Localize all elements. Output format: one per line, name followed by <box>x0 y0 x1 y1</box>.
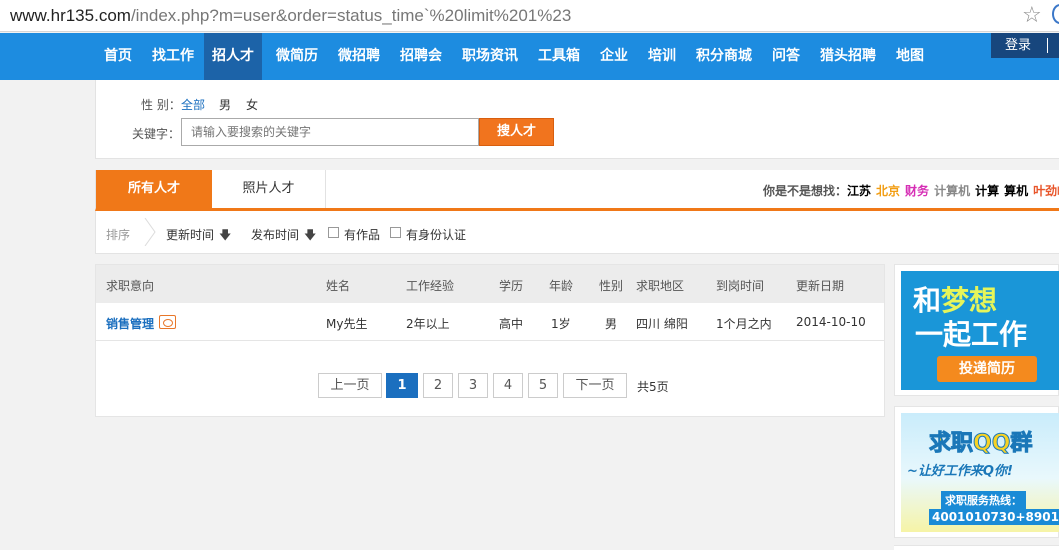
ad-dream-line2: 一起工作 <box>915 318 1028 351</box>
nav-item-micro-resume[interactable]: 微简历 <box>268 33 326 80</box>
suggest-keyword[interactable]: 财务 <box>905 184 929 198</box>
table-header: 求职意向 姓名 工作经验 学历 年龄 性别 求职地区 到岗时间 更新日期 <box>96 265 884 303</box>
arrow-down-icon: 🡇 <box>304 228 317 242</box>
keyword-search-input[interactable] <box>181 118 479 146</box>
main-nav: 首页 找工作 招人才 微简历 微招聘 招聘会 职场资讯 工具箱 企业 培训 积分… <box>0 33 1059 80</box>
id-verified-checkbox[interactable] <box>390 227 401 238</box>
sort-update-time[interactable]: 更新时间 🡇 <box>166 226 231 247</box>
nav-item-career-news[interactable]: 职场资讯 <box>454 33 526 80</box>
cell-start-time: 1个月之内 <box>716 317 772 331</box>
page-4-button[interactable]: 4 <box>493 373 523 398</box>
nav-item-toolbox[interactable]: 工具箱 <box>530 33 588 80</box>
has-works-label[interactable]: 有作品 <box>344 226 380 243</box>
search-talent-button[interactable]: 搜人才 <box>479 118 554 146</box>
suggest-keyword[interactable]: 算机 <box>1004 184 1028 198</box>
talent-list: 求职意向 姓名 工作经验 学历 年龄 性别 求职地区 到岗时间 更新日期 销售管… <box>95 264 885 417</box>
browser-address-bar[interactable]: www.hr135.com/index.php?m=user&order=sta… <box>0 0 1059 32</box>
nav-item-training[interactable]: 培训 <box>640 33 684 80</box>
submit-resume-button[interactable]: 投递简历 <box>937 356 1037 382</box>
ad-qq-image: 求职QQ群 ~让好工作来Q你! 求职服务热线： 4001010730+8901 <box>901 413 1059 532</box>
url-path: /index.php?m=user&order=status_time`%20l… <box>130 6 572 25</box>
col-header: 求职意向 <box>106 279 155 293</box>
col-header: 更新日期 <box>796 279 845 293</box>
keyword-label: 关键字： <box>132 127 181 141</box>
cell-education: 高中 <box>499 317 524 331</box>
col-header: 姓名 <box>326 279 351 293</box>
suggest-keyword[interactable]: 计算机 <box>934 184 970 198</box>
url-text[interactable]: www.hr135.com/index.php?m=user&order=sta… <box>10 6 571 26</box>
talent-tabs: 所有人才 照片人才 你是不是想找：江苏北京财务计算机计算算机叶劲峰 <box>95 170 1059 211</box>
ad-qq-title: 求职QQ群 <box>928 431 1033 457</box>
col-header: 性别 <box>599 279 624 293</box>
ad-dream-banner[interactable]: 和梦想 一起工作 投递简历 <box>894 264 1059 396</box>
ad-dream-image: 和梦想 一起工作 投递简历 <box>901 271 1059 390</box>
gender-label: 性 别： <box>141 98 181 112</box>
nav-item-points-mall[interactable]: 积分商城 <box>688 33 760 80</box>
url-host: www.hr135.com <box>10 6 131 25</box>
ad-next-edge <box>894 545 1059 550</box>
nav-item-headhunter[interactable]: 猎头招聘 <box>812 33 884 80</box>
nav-item-home[interactable]: 首页 <box>96 33 140 80</box>
sort-publish-time[interactable]: 发布时间 🡇 <box>251 226 316 247</box>
gender-option-female[interactable]: 女 <box>246 96 258 113</box>
cell-region: 四川 绵阳 <box>636 317 688 331</box>
login-separator <box>1047 38 1048 53</box>
sort-bar: 排序 更新时间 🡇 发布时间 🡇 有作品 有身份认证 <box>95 211 1059 254</box>
col-header: 年龄 <box>549 279 574 293</box>
nav-item-micro-recruit[interactable]: 微招聘 <box>330 33 388 80</box>
login-button[interactable]: 登录 <box>991 33 1059 58</box>
tab-photo-talent[interactable]: 照片人才 <box>212 170 326 208</box>
sort-update-time-label: 更新时间 <box>166 228 215 242</box>
cell-age: 1岁 <box>551 317 571 331</box>
next-page-button[interactable]: 下一页 <box>563 373 627 398</box>
ad-qq-hotline-label: 求职服务热线： <box>941 491 1026 509</box>
page-1-button[interactable]: 1 <box>386 373 418 398</box>
arrow-down-icon: 🡇 <box>219 228 232 242</box>
col-header: 工作经验 <box>406 279 455 293</box>
cell-name: My先生 <box>326 317 368 331</box>
page-total: 共5页 <box>637 380 669 394</box>
nav-item-job-fair[interactable]: 招聘会 <box>392 33 450 80</box>
suggest-label: 你是不是想找： <box>763 184 848 198</box>
page-5-button[interactable]: 5 <box>528 373 558 398</box>
gender-option-male[interactable]: 男 <box>219 96 231 113</box>
suggest-keyword[interactable]: 北京 <box>876 184 900 198</box>
sort-label: 排序 <box>106 228 131 242</box>
browser-extension-icon[interactable] <box>1052 4 1059 24</box>
page-3-button[interactable]: 3 <box>458 373 488 398</box>
page-2-button[interactable]: 2 <box>423 373 453 398</box>
col-header: 学历 <box>499 279 524 293</box>
nav-item-find-talent[interactable]: 招人才 <box>204 33 262 80</box>
table-row[interactable]: 销售管理 My先生 2年以上 高中 1岁 男 四川 绵阳 1个月之内 2014-… <box>96 303 884 341</box>
suggest-keyword[interactable]: 江苏 <box>847 184 871 198</box>
ad-qq-hotline: 4001010730+8901 <box>929 509 1059 525</box>
id-verified-label[interactable]: 有身份认证 <box>406 226 466 243</box>
chevron-right-icon <box>144 218 156 246</box>
star-outline-icon[interactable]: ☆ <box>1022 3 1042 28</box>
prev-page-button[interactable]: 上一页 <box>318 373 382 398</box>
search-panel: 性 别： 全部 男 女 关键字： 搜人才 <box>95 80 1059 159</box>
ad-qq-subtitle: ~让好工作来Q你! <box>907 464 1013 479</box>
login-label: 登录 <box>1005 38 1032 53</box>
nav-item-find-job[interactable]: 找工作 <box>144 33 202 80</box>
suggest-keyword[interactable]: 叶劲峰 <box>1033 184 1059 198</box>
col-header: 到岗时间 <box>716 279 765 293</box>
nav-item-qa[interactable]: 问答 <box>764 33 808 80</box>
gender-option-all[interactable]: 全部 <box>181 96 205 113</box>
photo-badge-icon <box>159 315 176 329</box>
sort-publish-time-label: 发布时间 <box>251 228 300 242</box>
tab-all-talent[interactable]: 所有人才 <box>96 170 212 208</box>
cell-experience: 2年以上 <box>406 317 450 331</box>
cell-gender: 男 <box>605 317 618 331</box>
ad-qq-group-banner[interactable]: 求职QQ群 ~让好工作来Q你! 求职服务热线： 4001010730+8901 <box>894 406 1059 538</box>
suggested-keywords: 你是不是想找：江苏北京财务计算机计算算机叶劲峰 <box>763 182 1059 199</box>
col-header: 求职地区 <box>636 279 685 293</box>
suggest-keyword[interactable]: 计算 <box>975 184 999 198</box>
nav-item-company[interactable]: 企业 <box>592 33 636 80</box>
has-works-checkbox[interactable] <box>328 227 339 238</box>
cell-update-date: 2014-10-10 <box>796 315 866 329</box>
job-intent-link[interactable]: 销售管理 <box>106 315 154 332</box>
nav-item-map[interactable]: 地图 <box>888 33 932 80</box>
